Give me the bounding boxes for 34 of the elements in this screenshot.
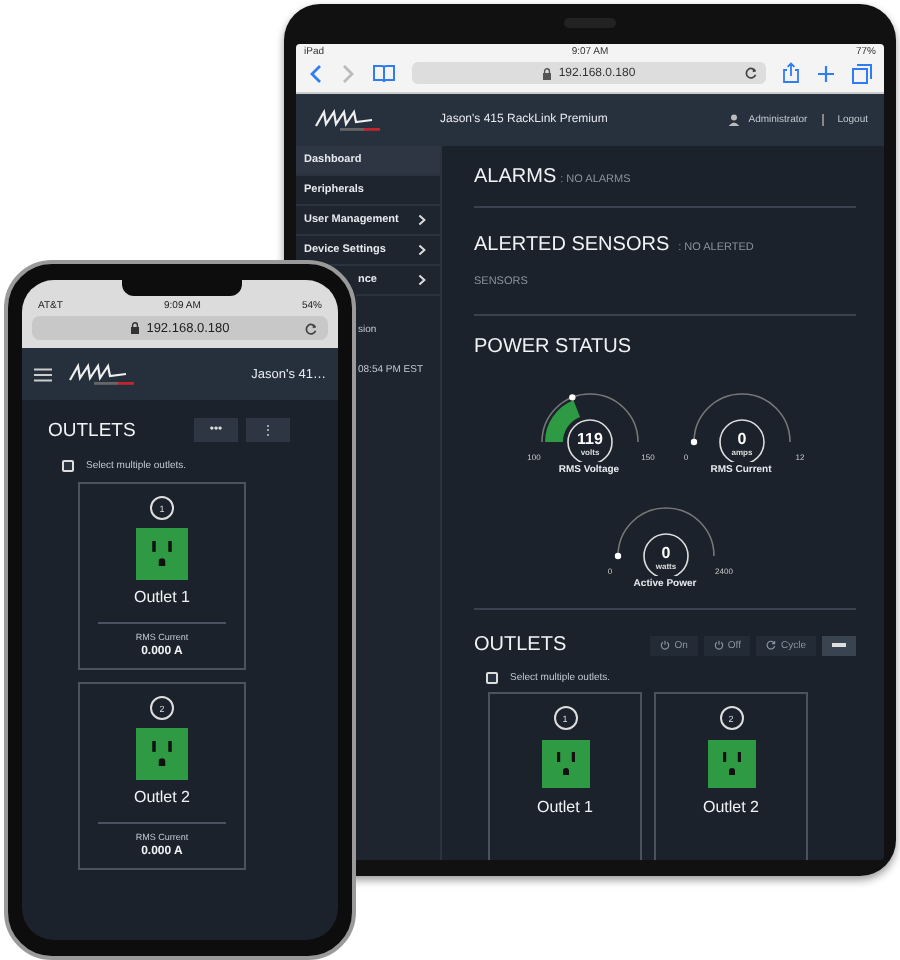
plus-icon[interactable] xyxy=(816,63,836,83)
outlet-name: Outlet 2 xyxy=(133,788,190,806)
reload-icon[interactable] xyxy=(304,321,318,335)
menu-icon[interactable] xyxy=(34,367,52,381)
section-title: OUTLETS xyxy=(474,634,567,656)
user-icon xyxy=(728,114,741,126)
section-title: POWER STATUS xyxy=(474,336,634,358)
outlet-icon[interactable] xyxy=(707,740,755,788)
section-title: ALARMS xyxy=(474,166,557,188)
chevron-icon xyxy=(418,214,426,226)
outlet-icon[interactable] xyxy=(136,728,188,780)
power-icon xyxy=(713,640,724,650)
share-icon[interactable] xyxy=(782,62,800,84)
outlet-icon[interactable] xyxy=(136,528,188,580)
outlet-name: Outlet 1 xyxy=(536,798,593,816)
menu-button[interactable] xyxy=(822,635,856,655)
chevron-icon xyxy=(418,274,426,286)
outlet-icon[interactable] xyxy=(541,740,589,788)
back-icon[interactable] xyxy=(308,63,324,83)
lock-icon xyxy=(542,67,553,79)
cycle-icon xyxy=(766,640,777,650)
outlet-name: Outlet 2 xyxy=(702,798,759,816)
checkbox[interactable] xyxy=(486,672,498,684)
tabs-icon[interactable] xyxy=(852,63,872,83)
lock-icon xyxy=(130,322,141,334)
reload-icon[interactable] xyxy=(744,66,758,80)
outlet-name: Outlet 1 xyxy=(133,588,190,606)
phone-notch xyxy=(122,280,242,296)
minus-icon xyxy=(832,642,846,648)
power-icon xyxy=(660,640,671,650)
chevron-icon xyxy=(418,244,426,256)
book-icon[interactable] xyxy=(372,63,396,83)
section-title: OUTLETS xyxy=(48,419,136,441)
checkbox[interactable] xyxy=(62,460,74,472)
